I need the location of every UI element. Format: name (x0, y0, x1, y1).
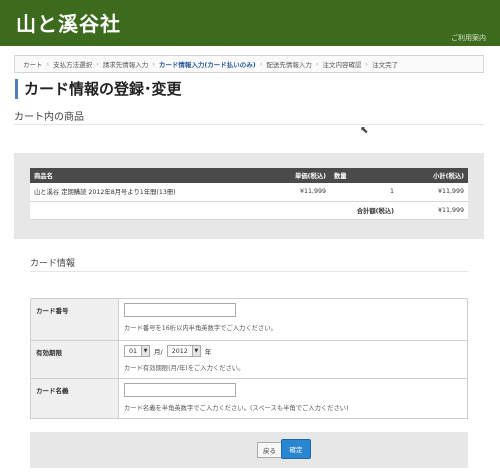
column-header-qty: 数量 (330, 168, 398, 183)
year-unit: 年 (204, 348, 212, 356)
expiry-year-select[interactable]: 2012 ▼ (166, 345, 201, 357)
chevron-down-icon: ▼ (191, 346, 200, 356)
site-header: 山と溪谷社 ご利用案内 (0, 0, 500, 46)
cart-section-title: カート内の商品 (14, 112, 84, 123)
total-row: 合計額(税込) ¥11,999 (30, 201, 468, 220)
cell-subtotal: ¥11,999 (398, 183, 468, 202)
card-name-input[interactable] (124, 383, 236, 397)
column-header-subtotal: 小計(税込) (398, 168, 468, 183)
breadcrumb-payment-method: 支払方法選択 (53, 61, 93, 69)
user-guide-link[interactable]: ご利用案内 (451, 33, 486, 43)
cell-product-name: 山と溪谷 定期購読 2012年8月号より1年間(13冊) (30, 183, 278, 202)
form-row-card-name: カード名義 カード名義を半角英数字でご入力ください。(スペースも半角でご入力くだ… (30, 378, 468, 419)
chevron-down-icon: ▼ (141, 346, 150, 356)
mouse-cursor-icon: ⬉ (360, 125, 369, 136)
breadcrumb-shipping: 配送先情報入力 (266, 61, 312, 69)
table-row: 山と溪谷 定期購読 2012年8月号より1年間(13冊) ¥11,999 1 ¥… (30, 183, 468, 202)
month-unit: 月/ (154, 348, 163, 356)
breadcrumb-separator: › (46, 60, 50, 68)
form-row-expiry: 有効期限 01 ▼ 月/ 2012 ▼ 年 カード有効期限(月/年)をご入力くだ… (30, 340, 468, 379)
card-number-hint: カード番号を16桁以内半角英数字でご入力ください。 (124, 325, 277, 332)
divider (30, 271, 468, 272)
total-value: ¥11,999 (398, 201, 468, 220)
expiry-hint: カード有効期限(月/年)をご入力ください。 (124, 365, 245, 372)
cell-qty: 1 (330, 183, 398, 202)
card-section-title: カード情報 (30, 259, 76, 269)
breadcrumb-complete: 注文完了 (372, 61, 399, 69)
divider (14, 124, 484, 125)
breadcrumb-separator: › (152, 60, 155, 68)
breadcrumb-separator: › (96, 60, 99, 68)
cart-table: 商品名 単価(税込) 数量 小計(税込) 山と溪谷 定期購読 2012年8月号よ… (30, 168, 468, 220)
expiry-month-select[interactable]: 01 ▼ (124, 345, 151, 357)
breadcrumb-card-info: カード情報入力(カード払いのみ) (158, 61, 256, 69)
breadcrumb: カート › 支払方法選択 › 請求先情報入力 › カード情報入力(カード払いのみ… (14, 55, 484, 73)
breadcrumb-confirm: 注文内容確認 (322, 61, 362, 69)
cart-table-header: 商品名 単価(税込) 数量 小計(税込) (30, 168, 468, 183)
card-name-label: カード名義 (30, 378, 119, 419)
form-row-card-number: カード番号 カード番号を16桁以内半角英数字でご入力ください。 (30, 298, 468, 341)
column-header-price: 単価(税込) (278, 168, 330, 183)
site-logo[interactable]: 山と溪谷社 (16, 8, 121, 37)
column-header-name: 商品名 (30, 168, 278, 183)
breadcrumb-cart: カート (23, 61, 43, 69)
card-number-input[interactable] (124, 303, 236, 317)
button-bar: 戻る 確定 (30, 432, 468, 468)
expiry-month-value: 01 (129, 347, 138, 355)
expiry-year-value: 2012 (171, 347, 188, 355)
card-name-hint: カード名義を半角英数字でご入力ください。(スペースも半角でご入力ください) (124, 405, 349, 412)
card-form: カード番号 カード番号を16桁以内半角英数字でご入力ください。 有効期限 01 … (30, 298, 468, 419)
card-number-label: カード番号 (30, 298, 119, 341)
total-label: 合計額(税込) (330, 201, 398, 220)
expiry-label: 有効期限 (30, 340, 119, 379)
back-button[interactable]: 戻る (257, 442, 282, 458)
cell-price: ¥11,999 (278, 183, 330, 202)
breadcrumb-separator: › (259, 60, 263, 68)
page-title: カード情報の登録･変更 (15, 79, 182, 99)
breadcrumb-billing: 請求先情報入力 (102, 61, 149, 69)
breadcrumb-separator: › (315, 60, 319, 68)
breadcrumb-separator: › (365, 60, 369, 68)
confirm-button[interactable]: 確定 (281, 439, 311, 459)
